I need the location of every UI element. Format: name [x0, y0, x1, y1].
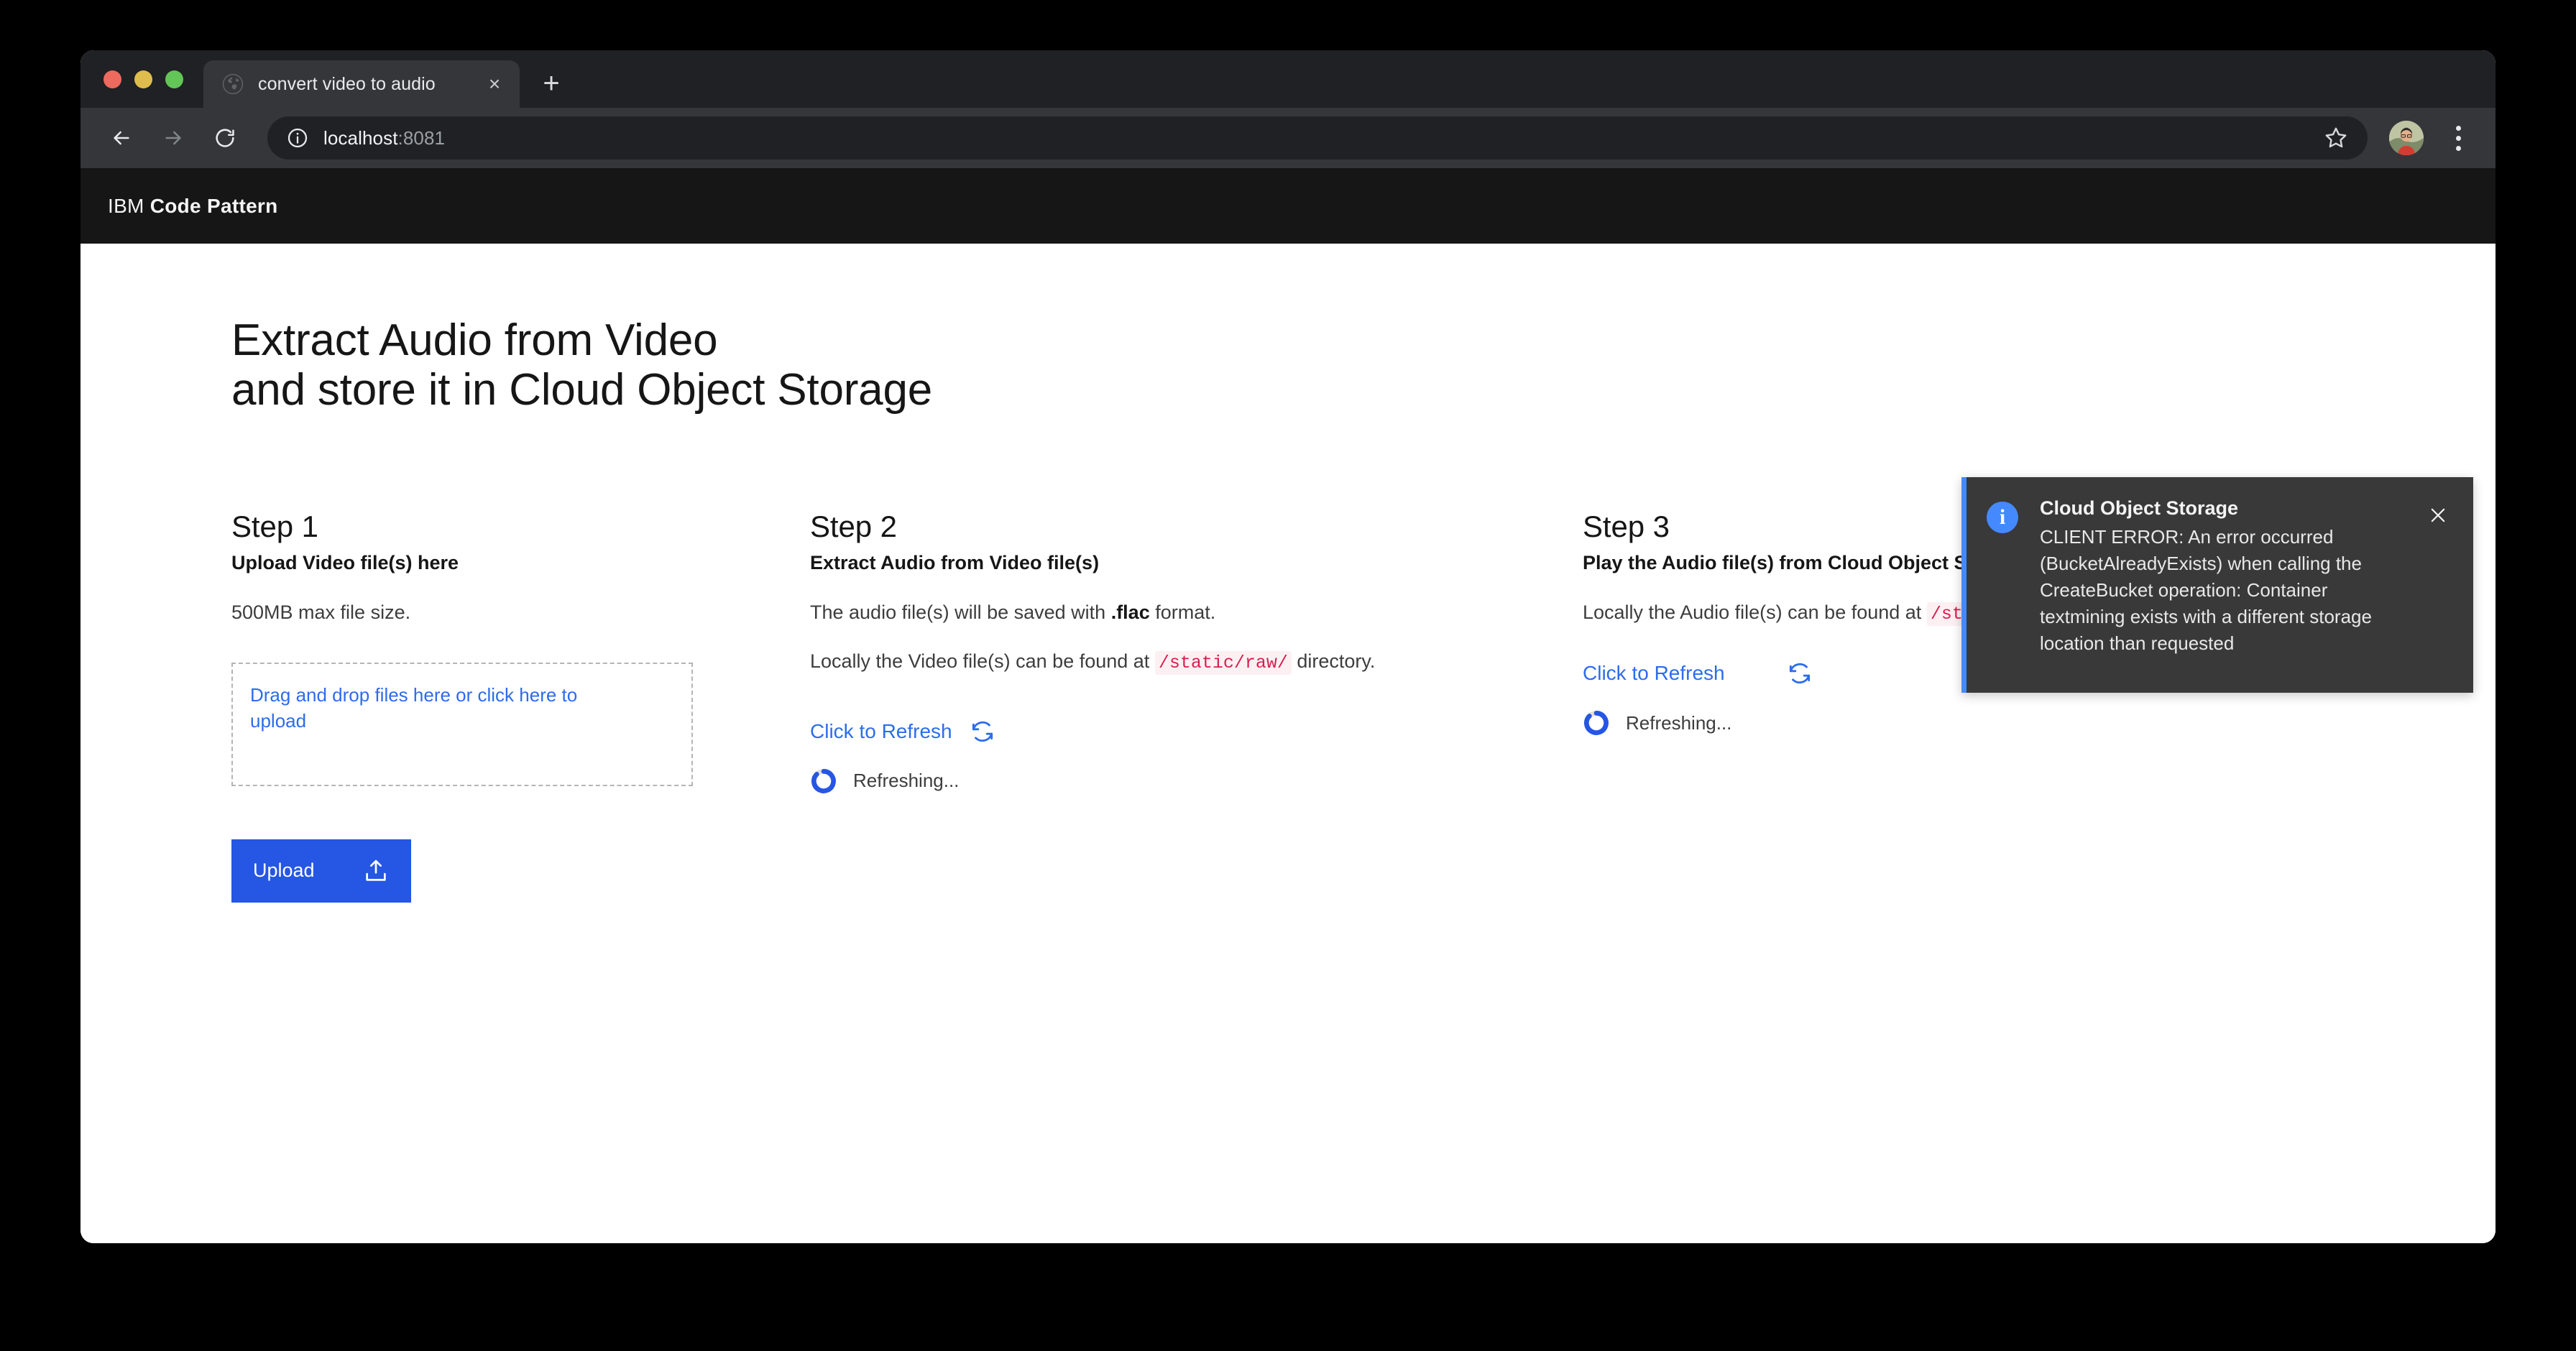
window-traffic-lights — [98, 50, 190, 108]
step-2-format-pre: The audio file(s) will be saved with — [810, 601, 1111, 623]
spinner-icon — [810, 767, 837, 795]
upload-icon — [362, 857, 390, 885]
step-2-path-code: /static/raw/ — [1155, 651, 1292, 675]
step-1-heading: Step 1 — [231, 509, 810, 545]
globe-icon — [221, 72, 245, 96]
url-host: localhost — [323, 127, 398, 149]
forward-icon[interactable] — [151, 116, 196, 160]
step-2-location-text: Locally the Video file(s) can be found a… — [810, 648, 1583, 676]
ibm-brand[interactable]: IBM Code Pattern — [108, 195, 278, 218]
address-bar[interactable]: localhost:8081 — [267, 116, 2368, 160]
upload-button[interactable]: Upload — [231, 839, 411, 903]
step-2-location-pre: Locally the Video file(s) can be found a… — [810, 650, 1155, 672]
avatar[interactable] — [2389, 121, 2424, 155]
window-minimize-button[interactable] — [134, 70, 152, 88]
info-icon: i — [1987, 502, 2018, 533]
three-dot-menu-icon[interactable] — [2439, 116, 2477, 160]
browser-toolbar: localhost:8081 — [80, 108, 2496, 168]
window-maximize-button[interactable] — [165, 70, 183, 88]
browser-window: convert video to audio × + — [80, 50, 2496, 1243]
ibm-header-bar: IBM Code Pattern — [80, 168, 2496, 244]
page-title-line-1: Extract Audio from Video — [231, 315, 2345, 365]
toast-notification: i Cloud Object Storage CLIENT ERROR: An … — [1961, 477, 2473, 693]
window-close-button[interactable] — [104, 70, 121, 88]
back-icon[interactable] — [99, 116, 144, 160]
tab-title: convert video to audio — [258, 74, 466, 95]
step-1-column: Step 1 Upload Video file(s) here 500MB m… — [231, 509, 810, 903]
step-2-format-text: The audio file(s) will be saved with .fl… — [810, 599, 1583, 625]
ibm-wordmark: IBM — [108, 195, 144, 217]
reload-icon[interactable] — [203, 116, 247, 160]
step-2-refresh-link[interactable]: Click to Refresh — [810, 720, 952, 743]
step-2-refresh-row[interactable]: Click to Refresh — [810, 717, 1583, 746]
step-2-format-post: format. — [1150, 601, 1216, 623]
address-bar-url: localhost:8081 — [323, 127, 445, 149]
page-content: IBM Code Pattern Extract Audio from Video… — [80, 168, 2496, 1243]
ibm-product-name: Code Pattern — [150, 195, 278, 217]
close-icon[interactable] — [2421, 499, 2455, 532]
step-2-location-post: directory. — [1292, 650, 1376, 672]
step-2-refreshing-row: Refreshing... — [810, 767, 1583, 795]
step-2-heading: Step 2 — [810, 509, 1583, 545]
step-3-refresh-link[interactable]: Click to Refresh — [1583, 662, 1725, 685]
browser-tab[interactable]: convert video to audio × — [203, 60, 520, 108]
step-2-column: Step 2 Extract Audio from Video file(s) … — [810, 509, 1583, 903]
tab-close-icon[interactable]: × — [479, 69, 510, 99]
refresh-icon[interactable] — [1785, 659, 1814, 688]
step-3-refreshing-row: Refreshing... — [1583, 709, 2345, 737]
info-circle-icon[interactable] — [286, 126, 309, 149]
spinner-icon — [1583, 709, 1610, 737]
tab-list: convert video to audio × + — [190, 50, 571, 108]
upload-button-label: Upload — [253, 859, 362, 882]
step-1-subheading: Upload Video file(s) here — [231, 550, 810, 576]
toast-body: Cloud Object Storage CLIENT ERROR: An er… — [2018, 496, 2421, 657]
file-dropzone[interactable]: Drag and drop files here or click here t… — [231, 663, 693, 786]
page-title: Extract Audio from Video and store it in… — [231, 315, 2345, 415]
refresh-icon[interactable] — [968, 717, 997, 746]
toast-message: CLIENT ERROR: An error occurred (BucketA… — [2040, 524, 2414, 657]
step-2-subheading: Extract Audio from Video file(s) — [810, 550, 1583, 576]
step-3-refreshing-label: Refreshing... — [1626, 712, 1731, 734]
step-1-note: 500MB max file size. — [231, 599, 810, 625]
url-port: :8081 — [398, 127, 446, 149]
browser-tab-strip: convert video to audio × + — [80, 50, 2496, 108]
dropzone-label: Drag and drop files here or click here t… — [250, 683, 638, 734]
page-title-line-2: and store it in Cloud Object Storage — [231, 365, 2345, 415]
step-2-format-value: .flac — [1111, 601, 1150, 623]
step-3-location-pre: Locally the Audio file(s) can be found a… — [1583, 601, 1927, 623]
star-icon[interactable] — [2323, 125, 2349, 151]
toast-icon-wrap: i — [1966, 496, 2018, 657]
new-tab-icon[interactable]: + — [531, 63, 571, 103]
step-2-refreshing-label: Refreshing... — [853, 770, 959, 792]
toast-title: Cloud Object Storage — [2040, 496, 2414, 521]
